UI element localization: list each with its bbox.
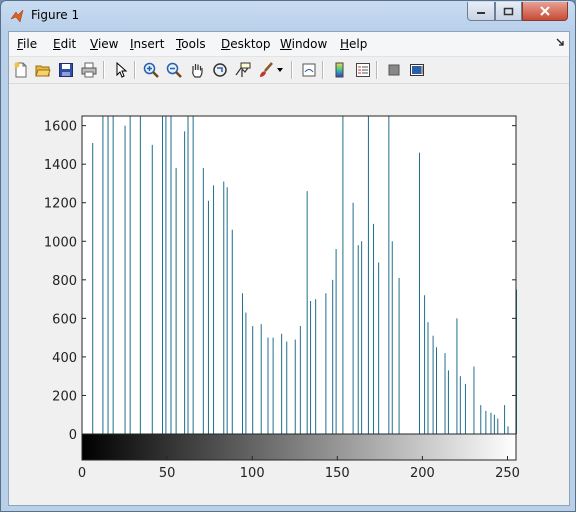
title-bar[interactable]: Figure 1 [1,1,575,31]
y-tick-label: 1200 [44,197,77,212]
figure-client-area: File Edit View Insert Tools Desktop Wind… [8,31,570,506]
print-icon [81,62,97,78]
new-figure-icon [14,62,27,78]
close-button[interactable] [522,2,568,21]
y-tick-label: 1400 [44,158,77,173]
brush-icon [260,62,273,77]
figure-canvas: 0 200 400 600 800 1000 1200 1400 1600 0 50 100 150 2… [9,84,569,504]
insert-legend-button[interactable] [353,60,373,80]
x-tick-label: 200 [410,466,435,481]
matlab-logo-icon [10,9,24,23]
zoom-in-button[interactable] [141,60,161,80]
save-icon [59,63,73,77]
brush-dropdown-icon [277,68,283,72]
window-title: Figure 1 [31,8,80,22]
brush-button[interactable] [256,60,276,80]
figure-toolbar [9,57,569,84]
x-tick-label: 100 [240,466,265,481]
x-tick-label: 0 [78,466,86,481]
minimize-button[interactable] [467,2,495,21]
maximize-button[interactable] [495,2,522,21]
zoom-in-icon [143,62,159,78]
edit-plot-icon [116,62,128,78]
axes-background [82,116,516,434]
show-plot-tools-button[interactable] [407,60,427,80]
insert-legend-icon [356,63,370,77]
new-figure-button[interactable] [11,60,31,80]
menu-window[interactable]: Window [280,37,327,51]
pan-icon [192,64,203,78]
hide-plot-tools-button[interactable] [384,60,404,80]
link-plot-button[interactable] [299,60,319,80]
brush-dropdown-button[interactable] [274,60,286,80]
y-tick-label: 800 [52,274,77,289]
y-tick-label: 1000 [44,235,77,250]
menu-insert[interactable]: Insert [130,37,164,51]
x-tick-label: 150 [325,466,350,481]
open-file-button[interactable] [33,60,53,80]
rotate-3d-icon [213,63,227,77]
pan-button[interactable] [187,60,207,80]
open-file-icon [35,65,51,77]
menu-file[interactable]: File [17,37,37,51]
grayscale-colorbar [81,433,517,461]
insert-colorbar-icon [335,62,344,78]
zoom-out-button[interactable] [164,60,184,80]
hide-plot-tools-icon [388,64,400,76]
data-cursor-icon [235,62,251,77]
figure-window: Figure 1 File Edit View Insert Tools Des… [0,0,576,512]
x-tick-label: 50 [159,466,176,481]
show-plot-tools-icon [410,64,424,76]
toolbar-separator [103,61,105,79]
toolbar-separator [291,61,293,79]
maximize-icon [503,7,514,15]
y-tick-label: 0 [69,428,77,443]
histogram-plot[interactable]: 0 200 400 600 800 1000 1200 1400 1600 0 50 100 150 2… [9,84,569,504]
menu-edit[interactable]: Edit [53,37,76,51]
menu-bar: File Edit View Insert Tools Desktop Wind… [9,32,569,57]
y-tick-label: 1600 [44,120,77,135]
menu-view[interactable]: View [90,37,118,51]
toolbar-separator [322,61,324,79]
insert-colorbar-button[interactable] [330,60,350,80]
y-tick-label: 600 [52,312,77,327]
rotate-3d-button[interactable] [210,60,230,80]
dock-figure-icon[interactable] [556,38,565,47]
edit-plot-button[interactable] [111,60,131,80]
data-cursor-button[interactable] [233,60,253,80]
save-button[interactable] [56,60,76,80]
link-plot-icon [302,63,316,77]
minimize-icon [477,12,485,14]
y-tick-label: 200 [52,389,77,404]
menu-help[interactable]: Help [340,37,367,51]
menu-tools[interactable]: Tools [176,37,206,51]
close-icon [540,6,550,16]
menu-desktop[interactable]: Desktop [221,37,271,51]
toolbar-separator [376,61,378,79]
y-tick-label: 400 [52,351,77,366]
zoom-out-icon [166,62,182,78]
print-button[interactable] [79,60,99,80]
x-tick-label: 250 [495,466,520,481]
toolbar-separator [134,61,136,79]
